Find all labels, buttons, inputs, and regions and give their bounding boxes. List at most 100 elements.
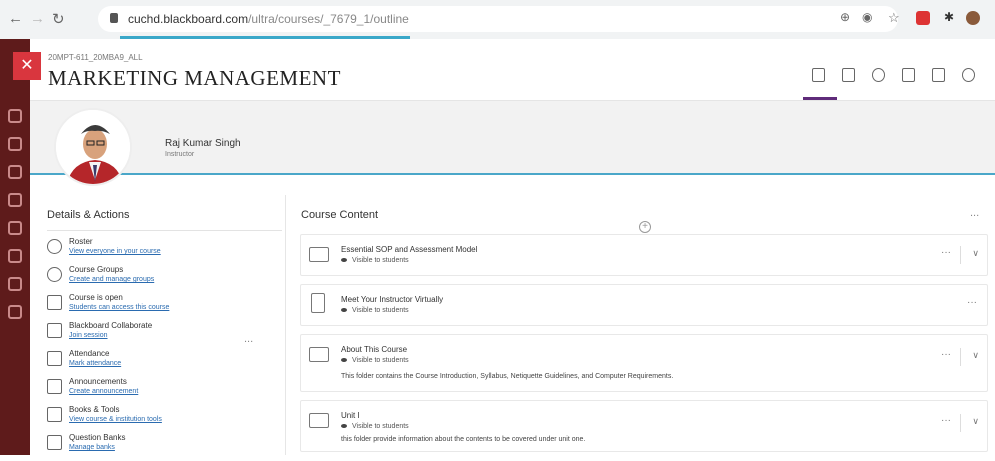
left-navigation-rail [0,39,30,455]
tools-rail-icon[interactable] [8,277,22,291]
divider [285,195,286,455]
item-more-button[interactable]: ··· [941,415,951,426]
action-title: Question Banks [69,433,126,442]
action-title: Blackboard Collaborate [69,321,153,330]
reload-icon[interactable]: ↻ [52,10,65,28]
attendance-icon [47,351,62,366]
zoom-icon[interactable]: ⊕ [840,10,850,24]
bank-icon [47,435,62,450]
document-icon [311,293,325,313]
gradebook-icon[interactable] [902,68,915,82]
action-link[interactable]: Manage banks [69,444,115,451]
content-item-title[interactable]: Meet Your Instructor Virtually [341,295,443,304]
content-item[interactable]: About This Course Visible to students Th… [300,334,988,392]
folder-icon [309,247,329,262]
visibility-label[interactable]: Visible to students [341,257,409,264]
action-groups: Course Groups Create and manage groups [47,265,287,293]
tools-icon [47,407,62,422]
institution-icon[interactable] [8,137,22,151]
content-item-title[interactable]: Unit I [341,411,360,420]
messages-icon[interactable] [8,221,22,235]
lock-icon [110,13,118,23]
folder-icon [309,347,329,362]
instructor-name[interactable]: Raj Kumar Singh [165,138,241,149]
content-item-description: this folder provide information about th… [341,436,586,443]
action-link[interactable]: Mark attendance [69,360,121,367]
profile-icon[interactable] [966,11,980,25]
action-link[interactable]: Students can access this course [69,304,169,311]
action-link[interactable]: View course & institution tools [69,416,162,423]
action-link[interactable]: Join session [69,332,108,339]
instructor-role: Instructor [165,151,195,158]
content-item-title[interactable]: Essential SOP and Assessment Model [341,245,477,254]
course-header: 20MPT-611_20MBA9_ALL MARKETING MANAGEMEN… [30,39,995,101]
divider [960,414,961,432]
signout-icon[interactable] [8,305,22,319]
divider [47,230,282,231]
content-item[interactable]: Meet Your Instructor Virtually Visible t… [300,284,988,326]
forward-icon[interactable]: → [30,10,45,27]
action-link[interactable]: View everyone in your course [69,248,161,255]
item-more-button[interactable]: ··· [967,297,977,308]
folder-icon [309,413,329,428]
action-link[interactable]: Create and manage groups [69,276,154,283]
close-course-button[interactable]: ✕ [13,52,41,80]
divider [960,246,961,264]
action-books-tools: Books & Tools View course & institution … [47,405,287,433]
add-content-icon[interactable]: + [639,221,651,233]
avatar[interactable] [54,108,132,186]
url-path: /ultra/courses/_7679_1/outline [248,12,409,26]
visibility-label[interactable]: Visible to students [341,423,409,430]
puzzle-icon[interactable]: ✱ [944,10,954,24]
action-roster: Roster View everyone in your course [47,237,287,265]
action-title: Attendance [69,349,110,358]
action-attendance: Attendance Mark attendance [47,349,287,377]
course-content-title: Course Content [301,209,379,221]
action-title: Books & Tools [69,405,120,414]
action-title: Course Groups [69,265,124,274]
courses-icon[interactable] [8,165,22,179]
eye-icon[interactable]: ◉ [862,10,872,24]
calendar-icon[interactable] [8,193,22,207]
content-item[interactable]: Unit I Visible to students this folder p… [300,400,988,452]
action-title: Announcements [69,377,127,386]
content-more-button[interactable]: ... [970,207,979,219]
action-link[interactable]: Create announcement [69,388,138,395]
address-bar[interactable]: cuchd.blackboard.com/ultra/courses/_7679… [98,6,898,32]
extension-icon[interactable] [916,11,930,25]
content-item[interactable]: Essential SOP and Assessment Model Visib… [300,234,988,276]
back-icon[interactable]: ← [8,10,23,27]
url-domain: cuchd.blackboard.com [128,12,249,26]
action-title: Roster [69,237,93,246]
course-title: MARKETING MANAGEMENT [48,66,341,90]
item-more-button[interactable]: ··· [941,349,951,360]
groups-icon [47,267,62,282]
chevron-down-icon[interactable]: ∨ [972,350,979,361]
action-question-banks: Question Banks Manage banks [47,433,287,461]
action-course-open: Course is open Students can access this … [47,293,287,321]
action-title: Course is open [69,293,123,302]
messages-icon[interactable] [932,68,945,82]
collaborate-icon [47,323,62,338]
action-announcements: Announcements Create announcement [47,377,287,405]
visibility-label[interactable]: Visible to students [341,307,409,314]
megaphone-icon [47,379,62,394]
item-more-button[interactable]: ··· [941,247,951,258]
active-tab-indicator [803,97,837,100]
search-icon[interactable] [8,109,22,123]
discussions-icon[interactable] [872,68,885,82]
chevron-down-icon[interactable]: ∨ [972,416,979,427]
visibility-label[interactable]: Visible to students [341,357,409,364]
collaborate-more-button[interactable]: ... [244,333,253,345]
content-item-title[interactable]: About This Course [341,345,407,354]
grades-icon[interactable] [8,249,22,263]
content-icon[interactable] [812,68,825,82]
roster-icon [47,239,62,254]
star-icon[interactable]: ☆ [888,10,900,26]
details-actions-panel: Details & Actions Roster View everyone i… [30,185,285,455]
course-code: 20MPT-611_20MBA9_ALL [48,53,143,62]
analytics-icon[interactable] [962,68,975,82]
divider [960,348,961,366]
chevron-down-icon[interactable]: ∨ [972,248,979,259]
calendar-icon[interactable] [842,68,855,82]
